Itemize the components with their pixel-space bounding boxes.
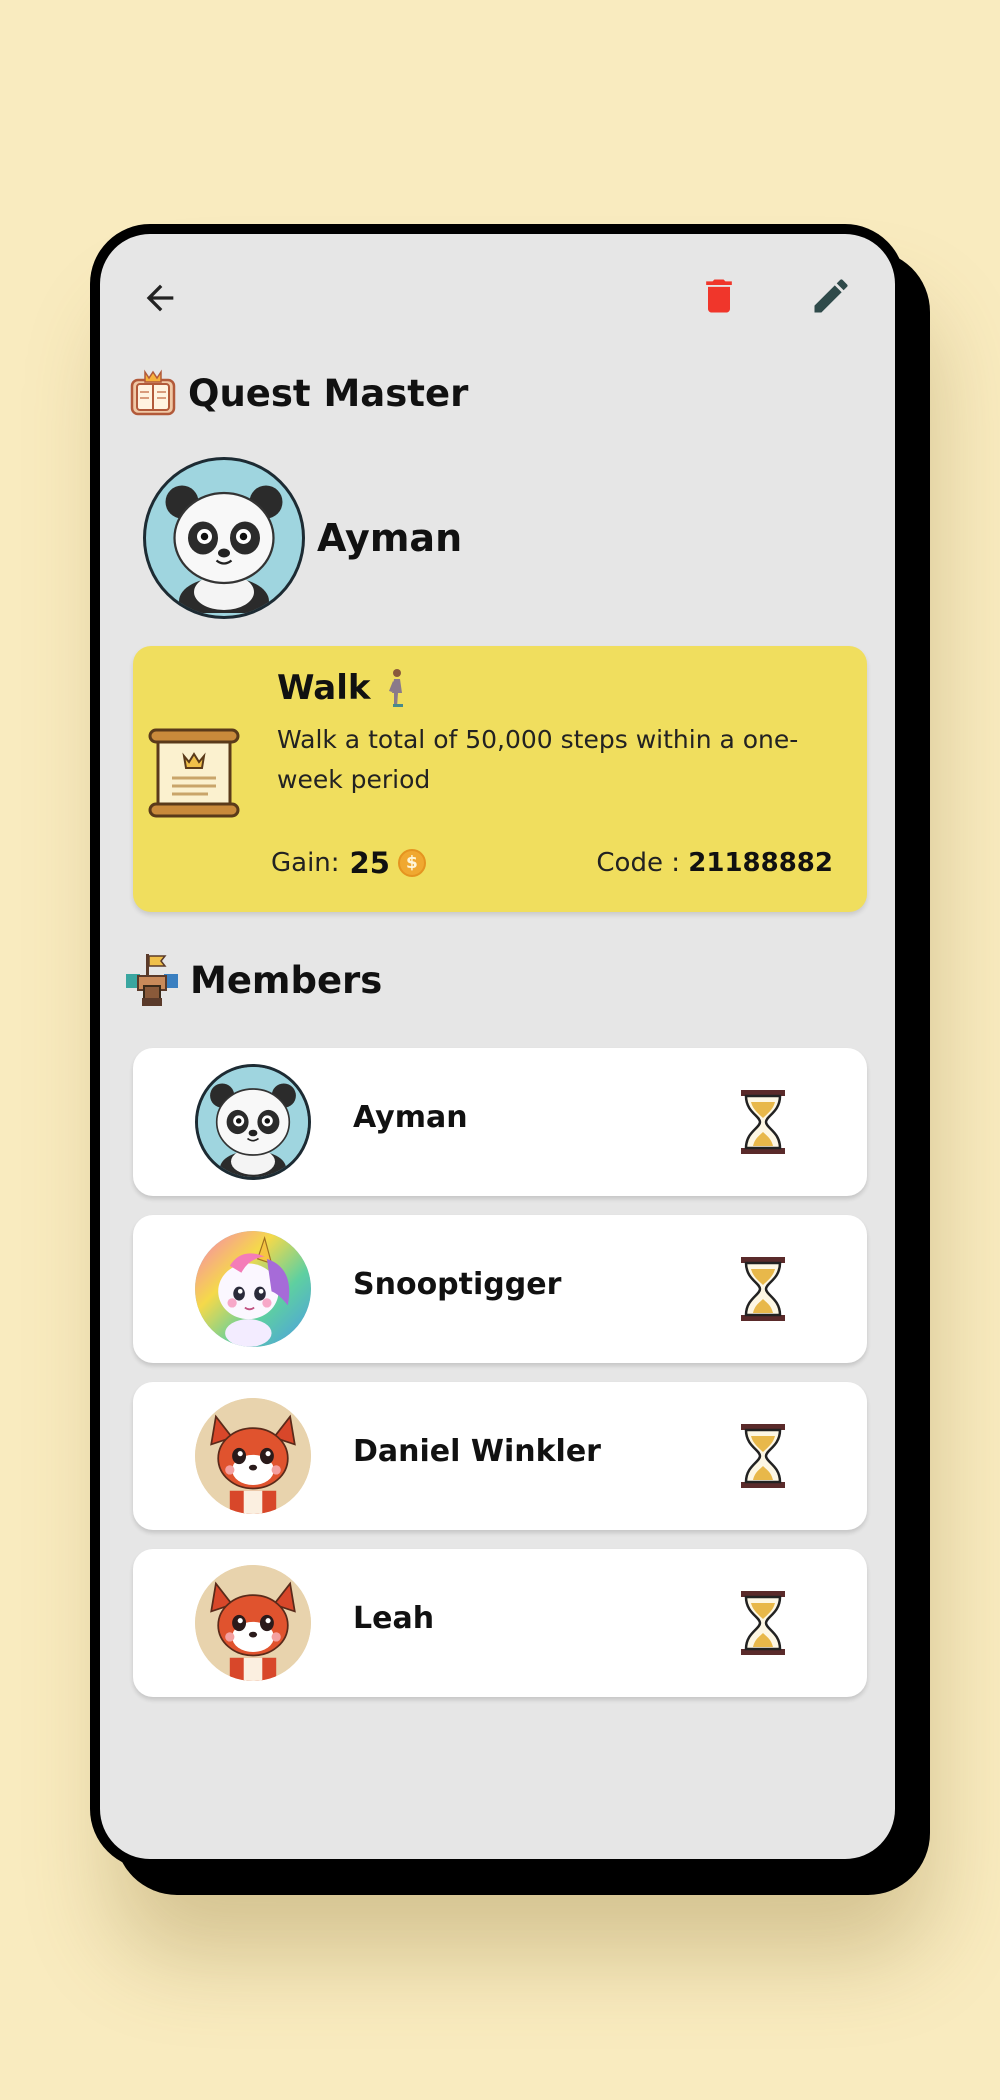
member-row[interactable]: Ayman xyxy=(133,1048,867,1196)
panda-icon xyxy=(149,463,299,613)
gain-label: Gain: xyxy=(271,848,340,878)
red-panda-avatar xyxy=(195,1565,311,1681)
quest-gain: Gain: 25 $ xyxy=(271,846,426,880)
panda-avatar xyxy=(195,1064,311,1180)
member-row[interactable]: Leah xyxy=(133,1549,867,1697)
trash-icon xyxy=(706,279,732,313)
pencil-icon xyxy=(814,279,848,313)
person-walking-icon xyxy=(388,669,403,707)
quest-card[interactable]: Walk Walk a total of 50,000 steps within… xyxy=(133,646,867,912)
unicorn-avatar xyxy=(195,1231,311,1347)
panda-icon xyxy=(198,1067,308,1177)
red-panda-icon xyxy=(195,1565,311,1681)
scroll-icon xyxy=(148,728,240,818)
code-value: 21188882 xyxy=(688,848,833,878)
quest-master-owner: Ayman xyxy=(143,457,462,619)
teamwork-hands-icon xyxy=(126,954,178,1006)
quest-master-title: Quest Master xyxy=(188,371,469,415)
members-title: Members xyxy=(190,958,383,1002)
screen: Quest Master Ayman Walk Walk a total of … xyxy=(100,234,895,1859)
member-row[interactable]: Snooptigger xyxy=(133,1215,867,1363)
delete-button[interactable] xyxy=(691,268,747,324)
members-heading: Members xyxy=(124,952,382,1008)
hourglass-icon xyxy=(741,1090,785,1154)
quest-code: Code : 21188882 xyxy=(596,848,833,878)
open-book-icon xyxy=(130,369,176,416)
hourglass-icon xyxy=(741,1424,785,1488)
member-name: Daniel Winkler xyxy=(353,1434,601,1469)
gain-value: 25 xyxy=(349,846,390,880)
coin-icon: $ xyxy=(397,849,426,877)
hourglass-icon xyxy=(741,1591,785,1655)
quest-description: Walk a total of 50,000 steps within a on… xyxy=(277,725,799,794)
hourglass-icon xyxy=(741,1257,785,1321)
code-label: Code : xyxy=(596,848,689,878)
quest-master-name: Ayman xyxy=(317,516,463,560)
member-name: Ayman xyxy=(353,1100,468,1135)
unicorn-icon xyxy=(195,1231,311,1347)
quest-title-row: Walk xyxy=(277,668,407,708)
phone-frame: Quest Master Ayman Walk Walk a total of … xyxy=(90,224,905,1869)
edit-button[interactable] xyxy=(803,268,859,324)
back-button[interactable] xyxy=(132,270,188,326)
red-panda-icon xyxy=(195,1398,311,1514)
member-name: Leah xyxy=(353,1601,435,1636)
member-name: Snooptigger xyxy=(353,1267,562,1302)
member-row[interactable]: Daniel Winkler xyxy=(133,1382,867,1530)
panda-avatar xyxy=(143,457,305,619)
quest-master-heading: Quest Master xyxy=(128,368,468,418)
quest-title: Walk xyxy=(277,668,371,708)
arrow-left-icon xyxy=(146,284,174,312)
red-panda-avatar xyxy=(195,1398,311,1514)
